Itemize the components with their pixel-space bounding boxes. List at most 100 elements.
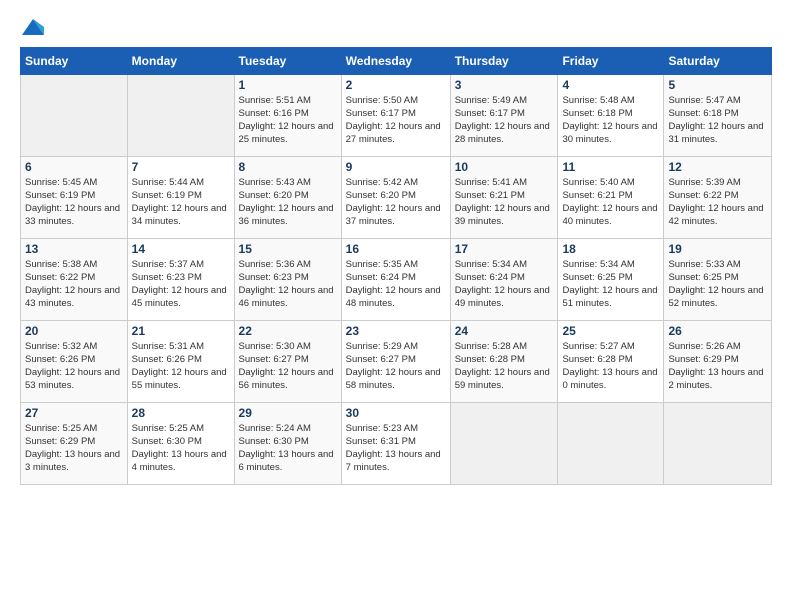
calendar-cell: 24 Sunrise: 5:28 AMSunset: 6:28 PMDayligh… — [450, 320, 558, 402]
day-number: 25 — [562, 324, 659, 338]
day-info: Sunrise: 5:30 AMSunset: 6:27 PMDaylight:… — [239, 340, 337, 393]
weekday-header-saturday: Saturday — [664, 47, 772, 74]
calendar-cell: 7 Sunrise: 5:44 AMSunset: 6:19 PMDaylight… — [127, 156, 234, 238]
logo — [20, 16, 44, 37]
day-number: 13 — [25, 242, 123, 256]
week-row-4: 20Sunrise: 5:32 AMSunset: 6:26 PMDayligh… — [21, 320, 772, 402]
day-number: 21 — [132, 324, 230, 338]
day-number: 18 — [562, 242, 659, 256]
day-number: 26 — [668, 324, 767, 338]
day-info: Sunrise: 5:26 AMSunset: 6:29 PMDaylight:… — [668, 340, 767, 393]
calendar-cell: 12 Sunrise: 5:39 AMSunset: 6:22 PMDayligh… — [664, 156, 772, 238]
calendar-cell: 25 Sunrise: 5:27 AMSunset: 6:28 PMDayligh… — [558, 320, 664, 402]
day-number: 12 — [668, 160, 767, 174]
calendar-cell: 6 Sunrise: 5:45 AMSunset: 6:19 PMDaylight… — [21, 156, 128, 238]
day-info: Sunrise: 5:43 AMSunset: 6:20 PMDaylight:… — [239, 176, 337, 229]
day-info: Sunrise: 5:37 AMSunset: 6:23 PMDaylight:… — [132, 258, 230, 311]
page-container: SundayMondayTuesdayWednesdayThursdayFrid… — [0, 0, 792, 495]
day-info: Sunrise: 5:48 AMSunset: 6:18 PMDaylight:… — [562, 94, 659, 147]
calendar-cell — [558, 402, 664, 484]
day-info: Sunrise: 5:25 AMSunset: 6:30 PMDaylight:… — [132, 422, 230, 475]
day-info: Sunrise: 5:40 AMSunset: 6:21 PMDaylight:… — [562, 176, 659, 229]
calendar-cell: 9Sunrise: 5:42 AMSunset: 6:20 PMDaylight… — [341, 156, 450, 238]
calendar-cell: 21 Sunrise: 5:31 AMSunset: 6:26 PMDayligh… — [127, 320, 234, 402]
week-row-3: 13 Sunrise: 5:38 AMSunset: 6:22 PMDayligh… — [21, 238, 772, 320]
week-row-2: 6 Sunrise: 5:45 AMSunset: 6:19 PMDaylight… — [21, 156, 772, 238]
day-number: 1 — [239, 78, 337, 92]
calendar-cell: 10 Sunrise: 5:41 AMSunset: 6:21 PMDayligh… — [450, 156, 558, 238]
calendar-cell: 23 Sunrise: 5:29 AMSunset: 6:27 PMDayligh… — [341, 320, 450, 402]
calendar-cell — [127, 74, 234, 156]
header — [20, 16, 772, 37]
calendar-table: SundayMondayTuesdayWednesdayThursdayFrid… — [20, 47, 772, 485]
calendar-cell: 3 Sunrise: 5:49 AMSunset: 6:17 PMDaylight… — [450, 74, 558, 156]
calendar-cell: 11 Sunrise: 5:40 AMSunset: 6:21 PMDayligh… — [558, 156, 664, 238]
day-info: Sunrise: 5:35 AMSunset: 6:24 PMDaylight:… — [346, 258, 446, 311]
day-number: 29 — [239, 406, 337, 420]
day-info: Sunrise: 5:34 AMSunset: 6:25 PMDaylight:… — [562, 258, 659, 311]
day-number: 3 — [455, 78, 554, 92]
day-number: 15 — [239, 242, 337, 256]
calendar-cell: 22 Sunrise: 5:30 AMSunset: 6:27 PMDayligh… — [234, 320, 341, 402]
calendar-cell: 2 Sunrise: 5:50 AMSunset: 6:17 PMDaylight… — [341, 74, 450, 156]
weekday-header-friday: Friday — [558, 47, 664, 74]
day-info: Sunrise: 5:47 AMSunset: 6:18 PMDaylight:… — [668, 94, 767, 147]
calendar-cell: 14 Sunrise: 5:37 AMSunset: 6:23 PMDayligh… — [127, 238, 234, 320]
calendar-cell: 20Sunrise: 5:32 AMSunset: 6:26 PMDayligh… — [21, 320, 128, 402]
day-number: 4 — [562, 78, 659, 92]
day-number: 23 — [346, 324, 446, 338]
day-number: 30 — [346, 406, 446, 420]
day-info: Sunrise: 5:41 AMSunset: 6:21 PMDaylight:… — [455, 176, 554, 229]
weekday-header-tuesday: Tuesday — [234, 47, 341, 74]
day-number: 16 — [346, 242, 446, 256]
day-info: Sunrise: 5:25 AMSunset: 6:29 PMDaylight:… — [25, 422, 123, 475]
calendar-cell: 4 Sunrise: 5:48 AMSunset: 6:18 PMDaylight… — [558, 74, 664, 156]
weekday-header-thursday: Thursday — [450, 47, 558, 74]
calendar-cell: 8 Sunrise: 5:43 AMSunset: 6:20 PMDaylight… — [234, 156, 341, 238]
calendar-cell: 13 Sunrise: 5:38 AMSunset: 6:22 PMDayligh… — [21, 238, 128, 320]
day-info: Sunrise: 5:29 AMSunset: 6:27 PMDaylight:… — [346, 340, 446, 393]
weekday-header-wednesday: Wednesday — [341, 47, 450, 74]
day-info: Sunrise: 5:23 AMSunset: 6:31 PMDaylight:… — [346, 422, 446, 475]
day-number: 8 — [239, 160, 337, 174]
calendar-cell: 1 Sunrise: 5:51 AMSunset: 6:16 PMDaylight… — [234, 74, 341, 156]
calendar-cell — [450, 402, 558, 484]
day-number: 19 — [668, 242, 767, 256]
calendar-cell: 17 Sunrise: 5:34 AMSunset: 6:24 PMDayligh… — [450, 238, 558, 320]
day-info: Sunrise: 5:36 AMSunset: 6:23 PMDaylight:… — [239, 258, 337, 311]
day-info: Sunrise: 5:45 AMSunset: 6:19 PMDaylight:… — [25, 176, 123, 229]
calendar-cell: 28 Sunrise: 5:25 AMSunset: 6:30 PMDayligh… — [127, 402, 234, 484]
week-row-5: 27 Sunrise: 5:25 AMSunset: 6:29 PMDayligh… — [21, 402, 772, 484]
day-number: 9 — [346, 160, 446, 174]
calendar-cell: 15 Sunrise: 5:36 AMSunset: 6:23 PMDayligh… — [234, 238, 341, 320]
calendar-cell: 30 Sunrise: 5:23 AMSunset: 6:31 PMDayligh… — [341, 402, 450, 484]
day-number: 14 — [132, 242, 230, 256]
day-number: 24 — [455, 324, 554, 338]
day-number: 2 — [346, 78, 446, 92]
day-info: Sunrise: 5:51 AMSunset: 6:16 PMDaylight:… — [239, 94, 337, 147]
day-info: Sunrise: 5:33 AMSunset: 6:25 PMDaylight:… — [668, 258, 767, 311]
calendar-cell: 5 Sunrise: 5:47 AMSunset: 6:18 PMDaylight… — [664, 74, 772, 156]
day-info: Sunrise: 5:38 AMSunset: 6:22 PMDaylight:… — [25, 258, 123, 311]
logo-icon — [22, 17, 44, 37]
day-number: 22 — [239, 324, 337, 338]
day-number: 17 — [455, 242, 554, 256]
day-number: 11 — [562, 160, 659, 174]
calendar-cell: 29Sunrise: 5:24 AMSunset: 6:30 PMDayligh… — [234, 402, 341, 484]
day-info: Sunrise: 5:27 AMSunset: 6:28 PMDaylight:… — [562, 340, 659, 393]
calendar-cell: 16 Sunrise: 5:35 AMSunset: 6:24 PMDayligh… — [341, 238, 450, 320]
day-info: Sunrise: 5:44 AMSunset: 6:19 PMDaylight:… — [132, 176, 230, 229]
day-number: 7 — [132, 160, 230, 174]
day-info: Sunrise: 5:31 AMSunset: 6:26 PMDaylight:… — [132, 340, 230, 393]
day-number: 27 — [25, 406, 123, 420]
day-number: 5 — [668, 78, 767, 92]
day-info: Sunrise: 5:39 AMSunset: 6:22 PMDaylight:… — [668, 176, 767, 229]
calendar-cell: 18 Sunrise: 5:34 AMSunset: 6:25 PMDayligh… — [558, 238, 664, 320]
day-number: 6 — [25, 160, 123, 174]
day-info: Sunrise: 5:50 AMSunset: 6:17 PMDaylight:… — [346, 94, 446, 147]
day-info: Sunrise: 5:28 AMSunset: 6:28 PMDaylight:… — [455, 340, 554, 393]
day-number: 28 — [132, 406, 230, 420]
day-info: Sunrise: 5:34 AMSunset: 6:24 PMDaylight:… — [455, 258, 554, 311]
day-number: 10 — [455, 160, 554, 174]
day-info: Sunrise: 5:49 AMSunset: 6:17 PMDaylight:… — [455, 94, 554, 147]
